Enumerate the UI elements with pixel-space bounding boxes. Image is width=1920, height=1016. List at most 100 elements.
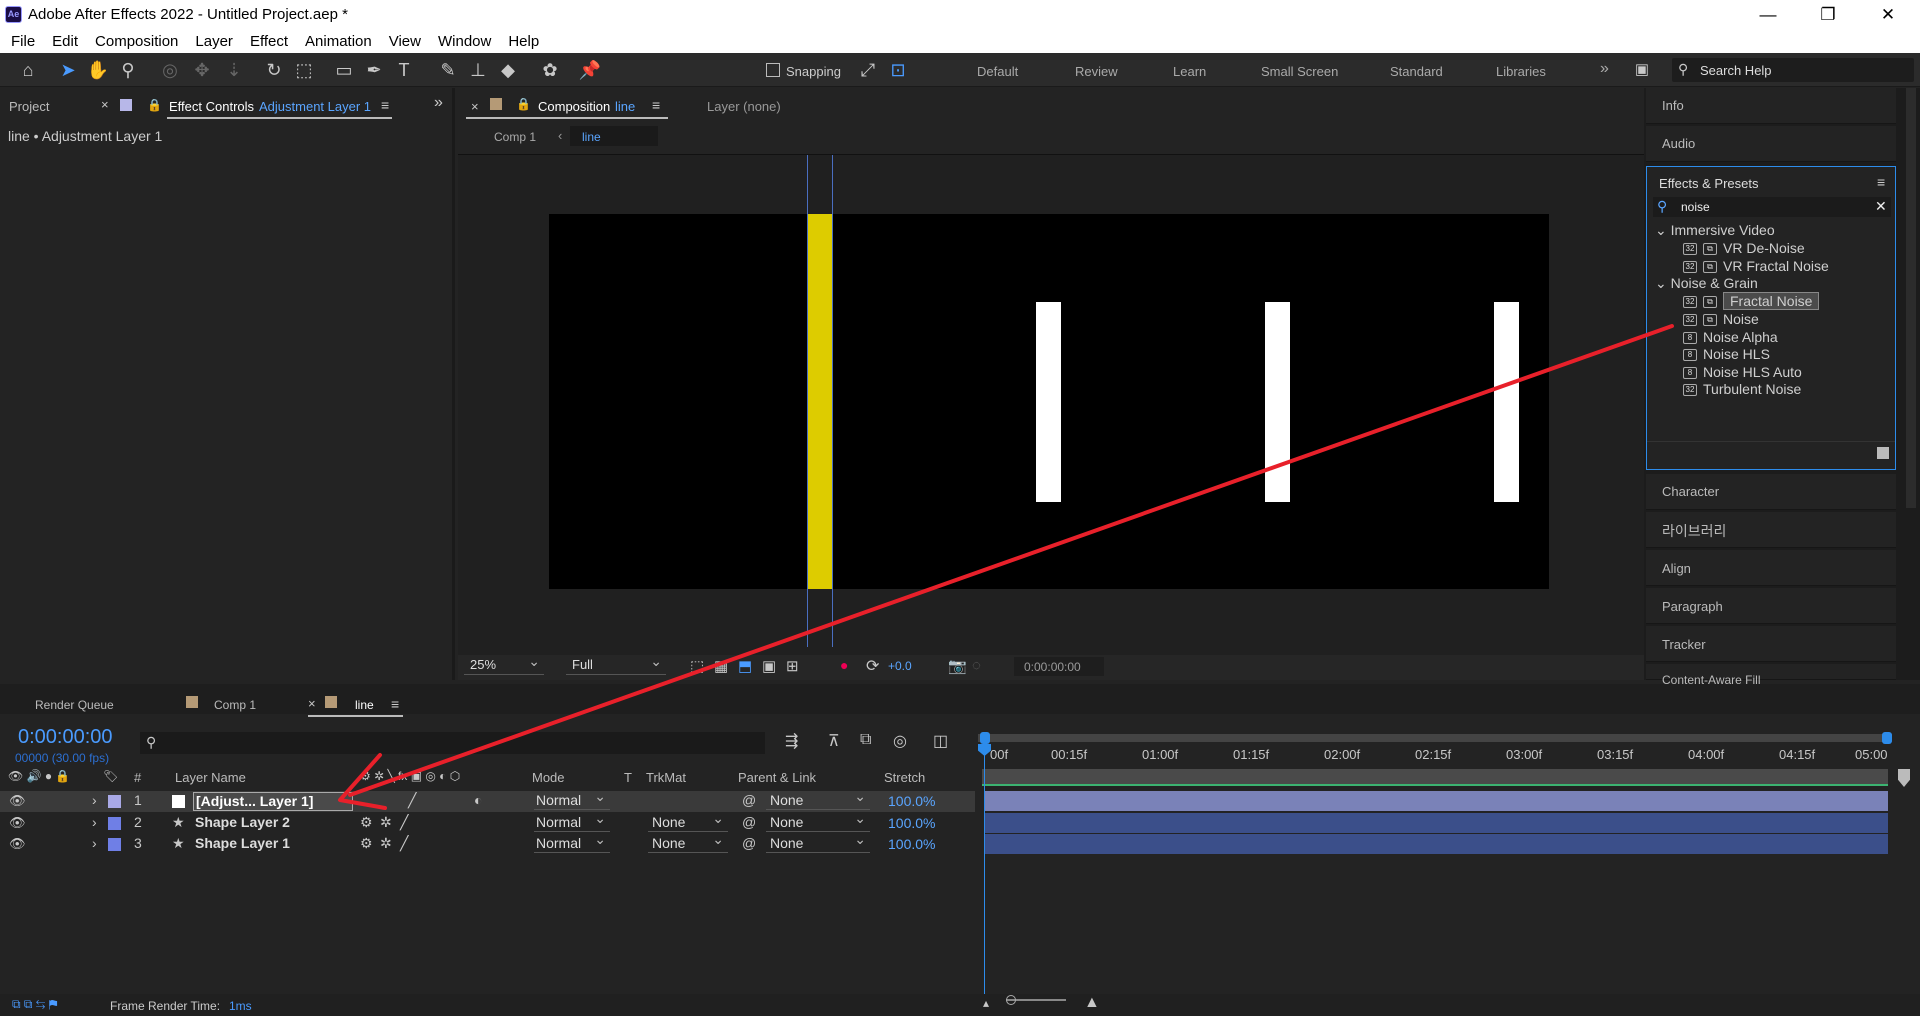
selection-tool-icon[interactable]: ➤ xyxy=(56,58,80,82)
comp-viewer[interactable] xyxy=(458,155,1644,655)
stretch-value-3[interactable]: 100.0% xyxy=(888,836,935,852)
puppet-pin-icon[interactable]: 📌 xyxy=(578,58,602,82)
clone-stamp-icon[interactable]: ⊥ xyxy=(466,58,490,82)
tab-effect-controls[interactable]: Effect Controls xyxy=(169,99,254,114)
effects-search-input[interactable]: noise xyxy=(1681,200,1710,214)
parent-dropdown-2[interactable]: None xyxy=(766,810,870,832)
safe-margins-icon[interactable]: ▣ xyxy=(762,657,776,675)
menu-window[interactable]: Window xyxy=(427,30,491,53)
crumb-comp1[interactable]: Comp 1 xyxy=(494,130,536,144)
snap-grid-icon[interactable]: ⊡ xyxy=(886,58,910,82)
pen-tool-icon[interactable]: ✒ xyxy=(362,58,386,82)
align-panel[interactable]: Align xyxy=(1646,550,1896,586)
zoom-dropdown[interactable]: 25% xyxy=(464,653,544,675)
tab-project[interactable]: Project xyxy=(9,99,49,114)
fx-group-immersive[interactable]: ⌄ Immersive Video xyxy=(1655,222,1775,239)
roto-brush-icon[interactable]: ✿ xyxy=(538,58,562,82)
layer-row-3[interactable]: 👁 › 3 ★ Shape Layer 1 ⚙ ✲ ╱ Normal None … xyxy=(0,831,975,855)
menu-composition[interactable]: Composition xyxy=(84,30,178,53)
viewer-timecode[interactable]: 0:00:00:00 xyxy=(1014,657,1104,676)
time-ruler[interactable]: 00f 00:15f 01:00f 01:15f 02:00f 02:15f 0… xyxy=(978,747,1892,769)
layer-bar-1[interactable] xyxy=(984,791,1888,811)
layer-bar-3[interactable] xyxy=(984,834,1888,854)
timeline-zoom-knob[interactable] xyxy=(1006,995,1016,1005)
layer-row-2[interactable]: 👁 › 2 ★ Shape Layer 2 ⚙ ✲ ╱ Normal None … xyxy=(0,810,975,834)
color-management-icon[interactable]: ⟳ xyxy=(866,656,879,676)
show-snapshot-icon[interactable]: ◌ xyxy=(972,657,981,674)
zoom-slider-handle[interactable] xyxy=(1898,769,1910,787)
mode-dropdown-2[interactable]: Normal xyxy=(534,810,610,832)
fx-pen-icon[interactable]: ╱ xyxy=(408,792,416,809)
menu-effect[interactable]: Effect xyxy=(239,30,288,53)
quality-line-icon[interactable]: ╱ xyxy=(400,814,408,831)
parent-dropdown-3[interactable]: None xyxy=(766,831,870,853)
zoom-in-icon[interactable]: ▲ xyxy=(1084,994,1100,1012)
quality-line-icon[interactable]: ╱ xyxy=(400,835,408,852)
grid-guides-icon[interactable]: ⊞ xyxy=(786,657,799,675)
minimize-button[interactable]: — xyxy=(1746,2,1790,28)
fx-item-vr-denoise[interactable]: 32 ⧉ VR De-Noise xyxy=(1683,240,1805,256)
resolution-dropdown[interactable]: Full xyxy=(566,653,666,675)
lock-icon[interactable]: 🔒 xyxy=(147,98,162,112)
comp-duration-bar[interactable] xyxy=(982,769,1888,786)
motion-blur-icon[interactable]: ◫ xyxy=(933,731,948,751)
menu-help[interactable]: Help xyxy=(497,30,539,53)
fx-item-noise-hls[interactable]: 8 Noise HLS xyxy=(1683,346,1770,362)
pan-behind-icon[interactable]: ⬚ xyxy=(292,58,316,82)
collapse-transform-icon[interactable]: ⚙ xyxy=(360,835,373,852)
tab-line[interactable]: line xyxy=(355,698,374,712)
paragraph-panel[interactable]: Paragraph xyxy=(1646,588,1896,624)
layer-name[interactable]: Shape Layer 2 xyxy=(195,814,290,830)
rotate-tool-icon[interactable]: ↻ xyxy=(262,58,286,82)
label-color[interactable] xyxy=(108,817,121,830)
audio-panel[interactable]: Audio xyxy=(1646,126,1896,162)
workspace-libraries[interactable]: Libraries xyxy=(1496,64,1546,79)
hand-tool-icon[interactable]: ✋ xyxy=(86,58,110,82)
stretch-value-2[interactable]: 100.0% xyxy=(888,815,935,831)
time-graph[interactable]: 00f 00:15f 01:00f 01:15f 02:00f 02:15f 0… xyxy=(978,727,1892,1007)
workspace-default[interactable]: Default xyxy=(977,64,1018,79)
pan-camera-icon[interactable]: ✥ xyxy=(190,58,214,82)
region-of-interest-icon[interactable]: ⬚ xyxy=(690,657,704,675)
fx-item-noise[interactable]: 32 ⧉ Noise xyxy=(1683,311,1759,327)
tab-layer[interactable]: Layer (none) xyxy=(707,99,781,114)
stretch-value-1[interactable]: 100.0% xyxy=(888,793,935,809)
playhead-line[interactable] xyxy=(984,745,985,1016)
label-color[interactable] xyxy=(108,838,121,851)
tab-comp-name[interactable]: line xyxy=(615,99,635,114)
pickwhip-icon[interactable]: @ xyxy=(742,792,756,808)
workspace-learn[interactable]: Learn xyxy=(1173,64,1206,79)
dolly-camera-icon[interactable]: ⇣ xyxy=(222,58,246,82)
expand-panel-icon[interactable]: » xyxy=(434,94,443,112)
trkmat-dropdown-3[interactable]: None xyxy=(648,831,728,853)
workspace-overflow[interactable]: » xyxy=(1600,60,1609,78)
tab-render-queue[interactable]: Render Queue xyxy=(35,698,114,712)
maximize-button[interactable]: ❐ xyxy=(1806,2,1850,28)
parent-dropdown-1[interactable]: None xyxy=(766,788,870,810)
workspace-standard[interactable]: Standard xyxy=(1390,64,1443,79)
comp-lock-icon[interactable]: 🔒 xyxy=(516,97,531,111)
layer-bar-2[interactable] xyxy=(984,813,1888,833)
pickwhip-icon[interactable]: @ xyxy=(742,814,756,830)
tab-comp1[interactable]: Comp 1 xyxy=(214,698,256,712)
character-panel[interactable]: Character xyxy=(1646,474,1896,510)
layer-row-1[interactable]: 👁 › 1 [Adjust... Layer 1] ╱ ◐ Normal @ N… xyxy=(0,788,975,812)
quality-icon[interactable]: ✲ xyxy=(380,814,392,831)
current-time[interactable]: 0:00:00:00 xyxy=(18,726,113,749)
layer-name[interactable]: Shape Layer 1 xyxy=(195,835,290,851)
menu-view[interactable]: View xyxy=(378,30,421,53)
mode-dropdown-3[interactable]: Normal xyxy=(534,831,610,853)
label-color[interactable] xyxy=(108,795,121,808)
effect-controls-target[interactable]: Adjustment Layer 1 xyxy=(259,99,371,114)
tracker-panel[interactable]: Tracker xyxy=(1646,626,1896,662)
zoom-tool-icon[interactable]: ⚲ xyxy=(116,58,140,82)
col-layer-name[interactable]: Layer Name xyxy=(175,770,246,785)
work-area-start-handle[interactable] xyxy=(980,732,990,744)
snapping-checkbox[interactable] xyxy=(766,63,780,77)
exposure-value[interactable]: +0.0 xyxy=(888,659,912,673)
libraries-kr-panel[interactable]: 라이브러리 xyxy=(1646,512,1896,548)
workspace-edit-icon[interactable]: ▣ xyxy=(1630,58,1654,82)
toggle-switches-icons[interactable]: ⧉ ⧉ ⇆ ⚑ xyxy=(12,997,57,1012)
close-comp-tab-icon[interactable]: × xyxy=(471,99,479,114)
menu-layer[interactable]: Layer xyxy=(184,30,233,53)
